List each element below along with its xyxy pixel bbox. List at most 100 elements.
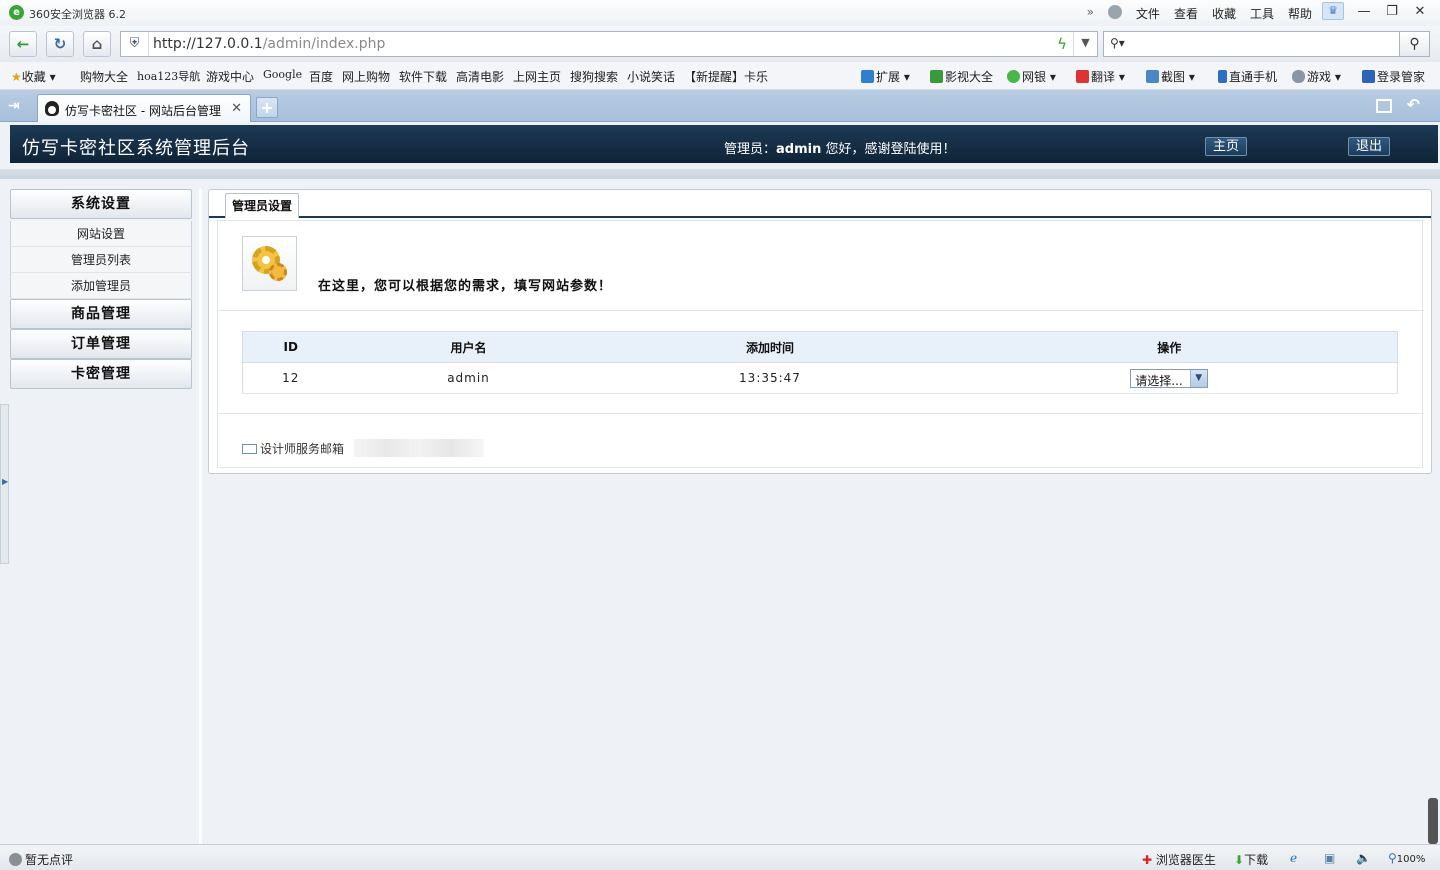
intro-text: 在这里，您可以根据您的需求，填写网站参数！ [318,279,613,294]
phone-icon [1218,70,1227,83]
search-button[interactable]: ⚲ [1400,31,1430,57]
status-zoom[interactable]: ⚲100% [1388,851,1425,865]
web-page: 仿写卡密社区系统管理后台 管理员：admin 您好，感谢登陆使用！ 主页 退出 … [0,122,1440,844]
sidebar-section-system[interactable]: 系统设置 [10,189,192,219]
tab-admin-settings[interactable]: 管理员设置 [225,193,300,219]
refresh-button[interactable]: ↻ [46,31,74,57]
shield-icon[interactable]: ⛨ [121,32,149,56]
extensions-icon [861,70,874,83]
triangle-right-icon: ▶ [2,477,9,486]
cell-id: 12 [242,362,339,394]
comment-icon [9,853,22,866]
tool-bank[interactable]: 网银 ▾ [1007,68,1056,85]
cell-action: 请选择... ▼ [941,362,1398,394]
speaker-icon[interactable]: 🔈 [1356,851,1371,865]
menu-help[interactable]: 帮助 [1288,5,1312,22]
fav-link-games[interactable]: 游戏中心 [206,68,254,85]
admin-name: admin [776,142,822,157]
fav-link-google[interactable]: Google [263,68,302,81]
zoom-icon: ⚲ [1388,851,1397,865]
browser-logo-icon: e [9,5,24,20]
sidebar-item-site-settings[interactable]: 网站设置 [10,221,192,247]
browser-tab-active[interactable]: 仿写卡密社区 - 网站后台管理 ✕ [37,94,251,122]
designer-email: 设计师服务邮箱 [242,439,485,457]
col-id: ID [242,331,339,363]
status-browser-doctor[interactable]: ✚ 浏览器医生 [1142,851,1216,868]
tool-video[interactable]: 影视大全 [930,68,993,85]
fav-link-novels[interactable]: 小说笑话 [627,68,675,85]
sidebar-item-add-admin[interactable]: 添加管理员 [10,273,192,299]
download-icon: ⬇ [1234,853,1245,867]
status-comment[interactable]: 暂无点评 [9,851,73,868]
tool-games[interactable]: 游戏 ▾ [1292,68,1341,85]
fav-link-reminder[interactable]: 【新提醒】卡乐 [684,68,768,85]
sidebar-toggle-icon[interactable]: ⇥ [8,98,20,114]
restore-button[interactable]: ❐ [1378,2,1406,22]
tool-extensions[interactable]: 扩展 ▾ [861,68,910,85]
url-path: /admin/index.php [262,36,386,52]
close-tab-icon[interactable]: ✕ [231,101,242,116]
qq-penguin-icon [45,101,59,116]
action-select-value: 请选择... [1135,373,1183,388]
window-controls: ♛ — ❐ ✕ [1322,2,1434,22]
menu-file[interactable]: 文件 [1136,5,1160,22]
menu-view[interactable]: 查看 [1174,5,1198,22]
video-icon [930,70,943,83]
divider [218,413,1424,414]
fav-link-shopping[interactable]: 购物大全 [80,68,128,85]
favorites-bar: ★收藏 ▾ 购物大全 hoa123导航 游戏中心 Google 百度 网上购物 … [0,62,1440,90]
star-icon: ★ [11,70,22,84]
favorites-menu[interactable]: ★收藏 ▾ [11,68,56,85]
address-bar[interactable]: ⛨ http://127.0.0.1/admin/index.php ϟ ▼ [120,31,1098,57]
fav-link-online-shop[interactable]: 网上购物 [342,68,390,85]
search-engine-icon[interactable]: ⚲▾ [1110,36,1125,50]
restore-tabs-icon[interactable] [1376,99,1392,113]
tool-login-manager[interactable]: 登录管家 [1362,68,1425,85]
window-mode-icon[interactable]: ▣ [1324,851,1335,865]
chevron-down-icon[interactable]: ▼ [1073,32,1097,56]
fav-link-software[interactable]: 软件下载 [399,68,447,85]
skin-icon[interactable]: ♛ [1322,2,1344,20]
close-window-button[interactable]: ✕ [1406,2,1434,22]
scrollbar-thumb[interactable] [1428,798,1438,844]
address-url[interactable]: http://127.0.0.1/admin/index.php [153,36,385,52]
lightning-icon[interactable]: ϟ [1057,35,1067,53]
sidebar-divider [199,189,202,844]
col-username: 用户名 [338,331,599,363]
fav-link-movies[interactable]: 高清电影 [456,68,504,85]
sidebar-item-admin-list[interactable]: 管理员列表 [10,247,192,273]
tool-screenshot[interactable]: 截图 ▾ [1146,68,1195,85]
divider [218,310,1424,311]
sidebar-section-cards[interactable]: 卡密管理 [10,359,192,389]
home-page-button[interactable]: 主页 [1205,137,1247,156]
menu-favorites[interactable]: 收藏 [1212,5,1236,22]
sidebar-section-orders[interactable]: 订单管理 [10,329,192,359]
admin-settings-panel: 管理员设置 在这里，您可以根据您的需求，填写网站参数！ ID 用户名 添加时间 … [208,189,1432,474]
browser-app-title: 360安全浏览器 6.2 [29,8,126,21]
tab-title: 仿写卡密社区 - 网站后台管理 [65,104,221,118]
settings-gears-icon [242,236,297,291]
minimize-button[interactable]: — [1350,2,1378,22]
sidebar-collapse-handle[interactable]: ▶ [0,404,9,564]
action-select[interactable]: 请选择... ▼ [1130,368,1209,388]
tool-translate[interactable]: 翻译 ▾ [1076,68,1125,85]
menu-tools[interactable]: 工具 [1250,5,1274,22]
logout-button[interactable]: 退出 [1348,137,1390,156]
status-downloads[interactable]: ⬇下载 [1234,851,1268,868]
chevron-double-right-icon[interactable]: » [1087,5,1094,22]
sidebar-section-products[interactable]: 商品管理 [10,299,192,329]
fav-link-hoa123[interactable]: hoa123导航 [137,68,200,84]
new-tab-button[interactable]: + [256,97,278,118]
undo-close-icon[interactable]: ↶ [1407,95,1420,114]
fav-link-baidu[interactable]: 百度 [309,68,333,85]
translate-icon [1076,70,1089,83]
back-button[interactable]: ← [9,31,37,57]
chevron-down-icon[interactable]: ▼ [1190,369,1208,387]
fav-link-sogou[interactable]: 搜狗搜索 [570,68,618,85]
tool-phone[interactable]: 直通手机 [1218,68,1277,85]
user-icon[interactable] [1107,5,1122,19]
home-button[interactable]: ⌂ [83,31,111,57]
ie-mode-icon[interactable]: ℯ [1290,851,1297,865]
fav-link-homepage[interactable]: 上网主页 [513,68,561,85]
search-input[interactable]: ⚲▾ [1103,31,1400,57]
